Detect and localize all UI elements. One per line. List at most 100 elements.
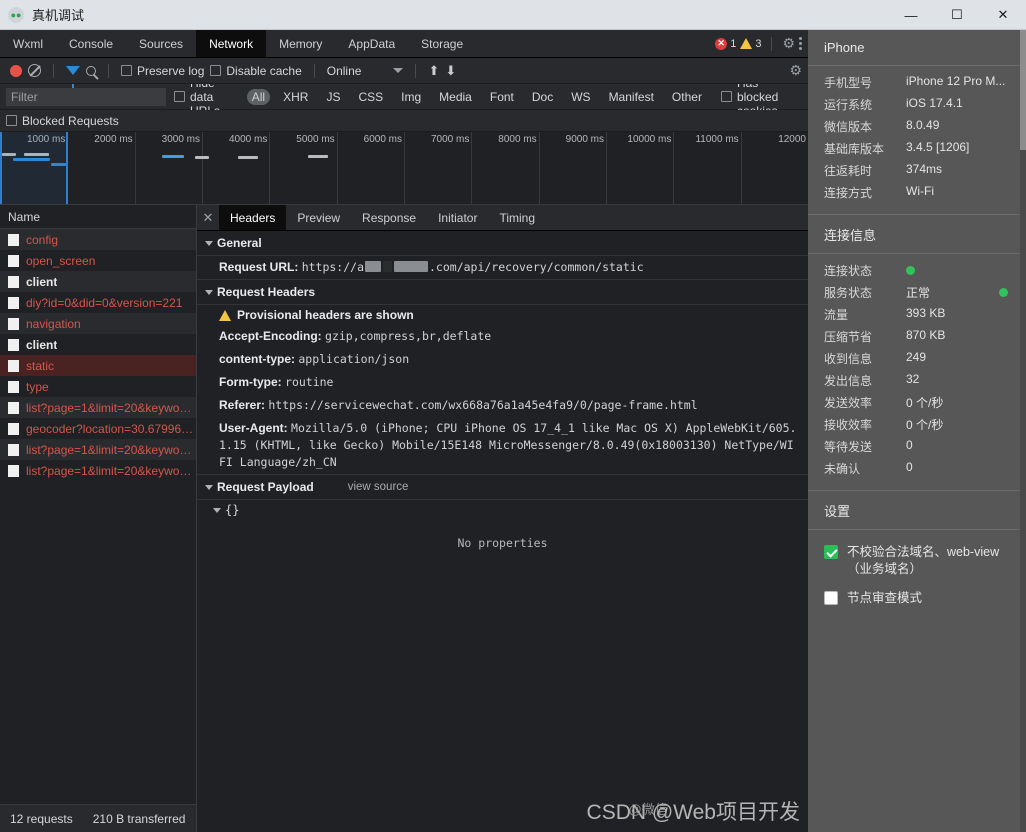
- record-icon[interactable]: [10, 64, 22, 77]
- request-row[interactable]: geocoder?location=30.679961…: [0, 418, 196, 439]
- search-icon[interactable]: [86, 65, 96, 76]
- request-payload-section-header[interactable]: Request Payload view source: [197, 474, 808, 500]
- request-row[interactable]: client: [0, 334, 196, 355]
- device-info-row: 流量 393 KB: [808, 306, 1026, 328]
- request-row[interactable]: diy?id=0&did=0&version=221: [0, 292, 196, 313]
- filter-type-js[interactable]: JS: [321, 89, 345, 105]
- detail-tab-timing[interactable]: Timing: [488, 205, 546, 230]
- filter-icon[interactable]: [66, 66, 80, 88]
- blocked-requests-checkbox[interactable]: [6, 115, 17, 126]
- chevron-down-icon[interactable]: [393, 68, 404, 73]
- timeline-tick-label: 7000 ms: [430, 134, 470, 145]
- detail-tab-response[interactable]: Response: [351, 205, 427, 230]
- preserve-log-toggle[interactable]: Preserve log: [121, 64, 204, 78]
- hide-data-urls-checkbox[interactable]: [174, 91, 185, 102]
- error-badge[interactable]: ✕ 1: [715, 37, 736, 50]
- timeline-selection[interactable]: [0, 132, 68, 204]
- device-info-key: 连接状态: [824, 264, 873, 278]
- tab-network[interactable]: Network: [196, 30, 267, 57]
- device-info-key: 压缩节省: [824, 330, 873, 344]
- document-icon: [8, 380, 19, 393]
- error-icon: ✕: [715, 37, 728, 50]
- warning-badge[interactable]: 3: [740, 38, 761, 50]
- disable-cache-toggle[interactable]: Disable cache: [210, 64, 302, 78]
- filter-type-doc[interactable]: Doc: [527, 89, 558, 105]
- has-blocked-cookies-checkbox[interactable]: [720, 91, 732, 102]
- request-row[interactable]: list?page=1&limit=20&keywo…: [0, 397, 196, 418]
- blocked-requests-toggle[interactable]: Blocked Requests: [6, 114, 119, 128]
- tab-sources[interactable]: Sources: [126, 30, 196, 57]
- tab-memory[interactable]: Memory: [266, 30, 335, 57]
- tab-storage[interactable]: Storage: [408, 30, 476, 57]
- filter-type-ws[interactable]: WS: [566, 89, 595, 105]
- document-icon: [8, 359, 19, 372]
- filter-type-all[interactable]: All: [246, 88, 271, 105]
- maximize-button[interactable]: ☐: [934, 0, 980, 30]
- device-info-key: 接收效率: [824, 418, 873, 432]
- warning-count: 3: [755, 37, 762, 50]
- filter-type-img[interactable]: Img: [396, 89, 426, 105]
- gear-icon[interactable]: ⚙: [782, 35, 795, 52]
- request-row[interactable]: type: [0, 376, 196, 397]
- tab-wxml[interactable]: Wxml: [0, 30, 56, 57]
- header-key: Referer:: [219, 398, 266, 412]
- request-row[interactable]: open_screen: [0, 250, 196, 271]
- network-timeline-overview[interactable]: 1000 ms 2000 ms 3000 ms 4000 ms 5000 ms 6000 …: [0, 132, 808, 205]
- request-detail-body: General Request URL: https://a .com/api/r…: [197, 231, 808, 832]
- redaction-block-1: [365, 261, 381, 272]
- more-options-icon[interactable]: [799, 36, 802, 52]
- view-source-link[interactable]: view source: [348, 481, 409, 493]
- filter-type-xhr[interactable]: XHR: [278, 89, 313, 105]
- device-setting-item[interactable]: 节点审查模式: [824, 590, 1026, 607]
- request-row[interactable]: navigation: [0, 313, 196, 334]
- filter-type-other[interactable]: Other: [667, 89, 707, 105]
- network-settings-gear-icon[interactable]: ⚙: [789, 62, 802, 79]
- filter-type-css[interactable]: CSS: [353, 89, 388, 105]
- close-button[interactable]: ✕: [980, 0, 1026, 30]
- filter-type-media[interactable]: Media: [434, 89, 477, 105]
- request-row[interactable]: static: [0, 355, 196, 376]
- tab-appdata[interactable]: AppData: [335, 30, 408, 57]
- preserve-log-checkbox[interactable]: [121, 65, 132, 76]
- tab-console[interactable]: Console: [56, 30, 126, 57]
- close-icon[interactable]: ✕: [197, 205, 219, 230]
- device-info-key: 往返耗时: [824, 164, 873, 178]
- header-value: application/json: [298, 352, 410, 366]
- detail-tab-preview[interactable]: Preview: [286, 205, 351, 230]
- request-row[interactable]: client: [0, 271, 196, 292]
- request-row[interactable]: list?page=1&limit=20&keywo…: [0, 439, 196, 460]
- filter-type-manifest[interactable]: Manifest: [604, 89, 659, 105]
- device-info-key: 等待发送: [824, 440, 873, 454]
- filter-input[interactable]: [6, 87, 166, 106]
- header-row-form-type: Form-type: routine: [197, 371, 808, 394]
- device-setting-checkbox[interactable]: [824, 591, 838, 605]
- timeline-tick-label: 11000 ms: [695, 134, 739, 145]
- request-url-prefix: https://a: [301, 260, 364, 274]
- device-panel-scrollbar[interactable]: [1020, 30, 1026, 832]
- request-row[interactable]: list?page=1&limit=20&keywo…: [0, 460, 196, 481]
- general-section-header[interactable]: General: [197, 231, 808, 256]
- device-setting-checkbox[interactable]: [824, 545, 838, 559]
- device-info-key: 发出信息: [824, 374, 873, 388]
- import-har-icon[interactable]: ⬆: [428, 63, 439, 79]
- request-list-column-header[interactable]: Name: [0, 205, 196, 229]
- provisional-headers-notice: Provisional headers are shown: [197, 305, 808, 325]
- payload-object-literal: {}: [225, 503, 240, 517]
- request-row[interactable]: config: [0, 229, 196, 250]
- request-url-key: Request URL:: [219, 260, 299, 274]
- throttling-select[interactable]: Online: [327, 64, 362, 78]
- payload-object-row[interactable]: {}: [197, 500, 808, 520]
- scrollbar-thumb[interactable]: [1020, 30, 1026, 150]
- wechat-icon: ●●: [8, 6, 24, 23]
- network-split-pane: Name config open_screen client diy?id=0&did…: [0, 205, 808, 832]
- disable-cache-checkbox[interactable]: [210, 65, 222, 76]
- request-headers-section-header[interactable]: Request Headers: [197, 279, 808, 305]
- general-request-url-row: Request URL: https://a .com/api/recovery/…: [197, 256, 808, 279]
- detail-tab-headers[interactable]: Headers: [219, 205, 287, 230]
- clear-icon[interactable]: [28, 64, 41, 77]
- device-setting-item[interactable]: 不校验合法域名、web-view（业务域名）: [824, 544, 1026, 578]
- detail-tab-initiator[interactable]: Initiator: [427, 205, 488, 230]
- export-har-icon[interactable]: ⬇: [445, 63, 456, 79]
- filter-type-font[interactable]: Font: [485, 89, 519, 105]
- minimize-button[interactable]: —: [888, 0, 934, 30]
